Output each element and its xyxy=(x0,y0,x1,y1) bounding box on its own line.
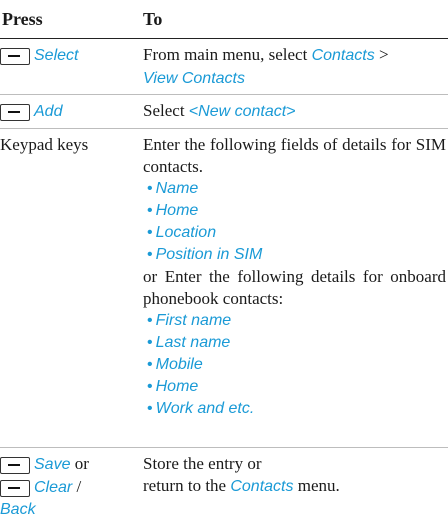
middle-text: or Enter the following details for onboa… xyxy=(143,267,446,308)
list-item: • Name xyxy=(147,180,199,197)
row-divider xyxy=(0,447,448,448)
list-item: • Home xyxy=(147,378,199,395)
to-cell: Enter the following fields of details fo… xyxy=(143,134,446,420)
to-text: Select xyxy=(143,101,189,120)
softkey-icon xyxy=(0,456,30,474)
table-row: Select From main menu, select Contacts >… xyxy=(0,44,448,92)
slash-text: / xyxy=(72,477,82,496)
press-cell: Save or Clear / Back xyxy=(0,453,140,521)
intro-text: Enter the following fields of details fo… xyxy=(143,135,446,176)
softkey-icon xyxy=(0,479,30,497)
list-item: • Position in SIM xyxy=(147,246,263,263)
header-to: To xyxy=(143,9,163,29)
list-item: • Home xyxy=(147,202,199,219)
header-press: Press xyxy=(2,9,43,29)
list-item: • Work and etc. xyxy=(147,400,255,417)
press-cell: Keypad keys xyxy=(0,135,89,154)
to-text: return to the Contacts menu. xyxy=(143,476,340,495)
softkey-icon xyxy=(0,47,30,65)
link-new-contact[interactable]: <New contact> xyxy=(189,103,296,120)
table-header: Press To xyxy=(0,0,448,39)
to-cell: From main menu, select Contacts > View C… xyxy=(143,44,446,90)
row-divider xyxy=(0,128,448,129)
press-cell: Add xyxy=(0,100,140,123)
link-view-contacts[interactable]: View Contacts xyxy=(143,70,245,87)
key-label-save: Save xyxy=(34,456,71,473)
to-text: Store the entry or xyxy=(143,454,262,473)
press-cell: Select xyxy=(0,44,140,67)
row-divider xyxy=(0,94,448,95)
key-label-add: Add xyxy=(34,103,63,120)
key-label-select: Select xyxy=(34,47,79,64)
link-contacts[interactable]: Contacts xyxy=(312,47,375,64)
key-label-clear: Clear xyxy=(34,479,73,496)
list-item: • Location xyxy=(147,224,217,241)
to-text: From main menu, select xyxy=(143,45,312,64)
softkey-icon xyxy=(0,103,30,121)
list-item: • First name xyxy=(147,312,232,329)
to-cell: Select <New contact> xyxy=(143,100,446,123)
or-text: or xyxy=(70,454,89,473)
key-label-back: Back xyxy=(0,501,36,518)
list-item: • Last name xyxy=(147,334,231,351)
table-row: Keypad keys Enter the following fields o… xyxy=(0,134,448,420)
table-row: Save or Clear / Back Store the entry or … xyxy=(0,453,448,523)
link-contacts-menu[interactable]: Contacts xyxy=(230,478,293,495)
table-row: Add Select <New contact> xyxy=(0,100,448,124)
list-item: • Mobile xyxy=(147,356,203,373)
to-cell: Store the entry or return to the Contact… xyxy=(143,453,446,498)
separator: > xyxy=(374,45,389,64)
